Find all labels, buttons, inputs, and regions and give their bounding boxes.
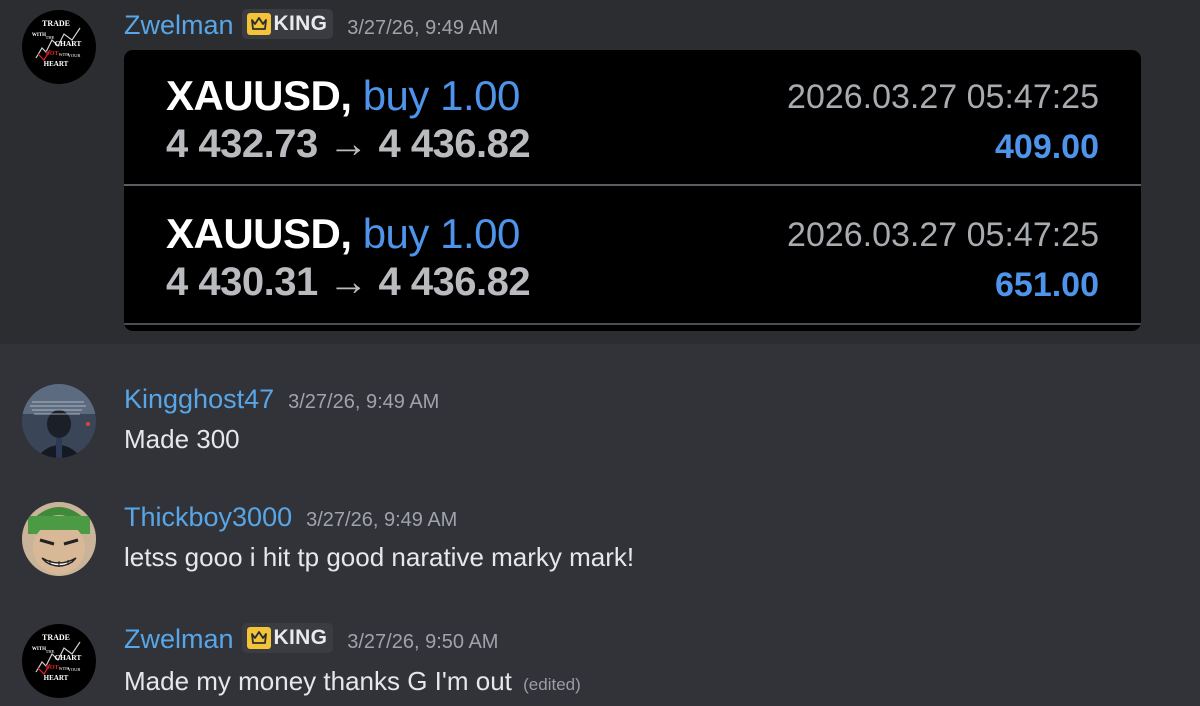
role-badge[interactable]: KING (241, 8, 334, 39)
arrow-icon: → (328, 122, 368, 166)
trade-time: 2026.03.27 05:47:25 (787, 78, 1099, 116)
avatar-image (22, 384, 96, 458)
message-group-thickboy3000: Thickboy3000 3/27/26, 9:49 AM letss gooo… (0, 454, 1200, 576)
role-badge[interactable]: KING (241, 622, 334, 653)
role-name: KING (273, 11, 328, 35)
logo-word-7: YOUR (68, 667, 81, 672)
avatar-kingghost47[interactable] (22, 384, 96, 458)
avatar-image (22, 502, 96, 576)
logo-word-5: NOT (45, 665, 58, 671)
trade-with-chart-logo: TRADE WITH THE CHART NOT WITH YOUR HEART (32, 19, 82, 68)
logo-word-4: CHART (55, 39, 82, 48)
logo-word-3: THE (46, 35, 55, 40)
crown-icon (246, 626, 271, 649)
trade-side: buy 1.00 (362, 72, 521, 119)
message-text: letss gooo i hit tp good narative marky … (124, 542, 635, 572)
trade-title: XAUUSD, buy 1.00 (166, 72, 520, 120)
message-header: Zwelman KING 3/27/26, 9:50 AM (124, 622, 498, 655)
timestamp[interactable]: 3/27/26, 9:49 AM (306, 509, 457, 532)
divider (124, 323, 1141, 325)
message-header: Thickboy3000 3/27/26, 9:49 AM (124, 502, 457, 533)
avatar-zwelman[interactable]: TRADE WITH THE CHART NOT WITH YOUR HEART (22, 10, 96, 84)
message-header: Kingghost47 3/27/26, 9:49 AM (124, 384, 439, 415)
timestamp[interactable]: 3/27/26, 9:49 AM (288, 391, 439, 414)
trade-with-chart-logo: TRADE WITH THE CHART NOT WITH YOUR HEART (32, 633, 82, 682)
logo-word-2: WITH (32, 33, 46, 38)
trade-side: buy 1.00 (362, 210, 521, 257)
trade-title: XAUUSD, buy 1.00 (166, 210, 520, 258)
trade-prices: 4 432.73 → 4 436.82 (166, 122, 531, 167)
avatar-thickboy3000[interactable] (22, 502, 96, 576)
logo-word-5: NOT (45, 51, 58, 57)
logo-word-1: TRADE (42, 633, 70, 642)
trade-prices: 4 430.31 → 4 436.82 (166, 260, 531, 305)
avatar-zwelman[interactable]: TRADE WITH THE CHART NOT WITH YOUR HEART (22, 624, 96, 698)
trade-profit: 651.00 (995, 266, 1099, 304)
timestamp[interactable]: 3/27/26, 9:49 AM (347, 17, 498, 40)
message-body: Made my money thanks G I'm out (124, 666, 512, 696)
logo-word-7: YOUR (68, 53, 81, 58)
logo-word-1: TRADE (42, 19, 70, 28)
logo-word-2: WITH (32, 647, 46, 652)
open-price: 4 432.73 (166, 122, 318, 166)
trade-row: XAUUSD, buy 1.00 4 432.73 → 4 436.82 202… (124, 50, 1141, 186)
trade-time: 2026.03.27 05:47:25 (787, 216, 1099, 254)
username[interactable]: Thickboy3000 (124, 502, 292, 533)
message-header: Zwelman KING 3/27/26, 9:49 AM (124, 8, 498, 41)
close-price: 4 436.82 (378, 122, 531, 166)
message-text: Made 300 (124, 424, 240, 454)
logo-word-8: HEART (44, 60, 69, 68)
trade-row: XAUUSD, buy 1.00 4 430.31 → 4 436.82 202… (124, 188, 1141, 324)
trade-symbol: XAUUSD, (166, 210, 352, 257)
message-text: Made my money thanks G I'm out (edited) (124, 666, 581, 697)
logo-word-4: CHART (55, 653, 82, 662)
username[interactable]: Zwelman (124, 10, 234, 41)
trade-symbol: XAUUSD, (166, 72, 352, 119)
message-group-zwelman-2: TRADE WITH THE CHART NOT WITH YOUR HEART… (0, 574, 1200, 706)
logo-word-3: THE (46, 649, 55, 654)
message-group-kingghost47: Kingghost47 3/27/26, 9:49 AM Made 300 (0, 344, 1200, 458)
open-price: 4 430.31 (166, 260, 318, 304)
username[interactable]: Kingghost47 (124, 384, 274, 415)
role-name: KING (273, 625, 328, 649)
logo-word-8: HEART (44, 674, 69, 682)
edited-label: (edited) (523, 675, 581, 694)
trade-screenshot-card[interactable]: XAUUSD, buy 1.00 4 432.73 → 4 436.82 202… (124, 50, 1141, 331)
trade-profit: 409.00 (995, 128, 1099, 166)
close-price: 4 436.82 (378, 260, 531, 304)
arrow-icon: → (328, 260, 368, 304)
crown-icon (246, 12, 271, 35)
message-group-zwelman-1: TRADE WITH THE CHART NOT WITH YOUR HEART… (0, 0, 1200, 344)
timestamp[interactable]: 3/27/26, 9:50 AM (347, 631, 498, 654)
username[interactable]: Zwelman (124, 624, 234, 655)
